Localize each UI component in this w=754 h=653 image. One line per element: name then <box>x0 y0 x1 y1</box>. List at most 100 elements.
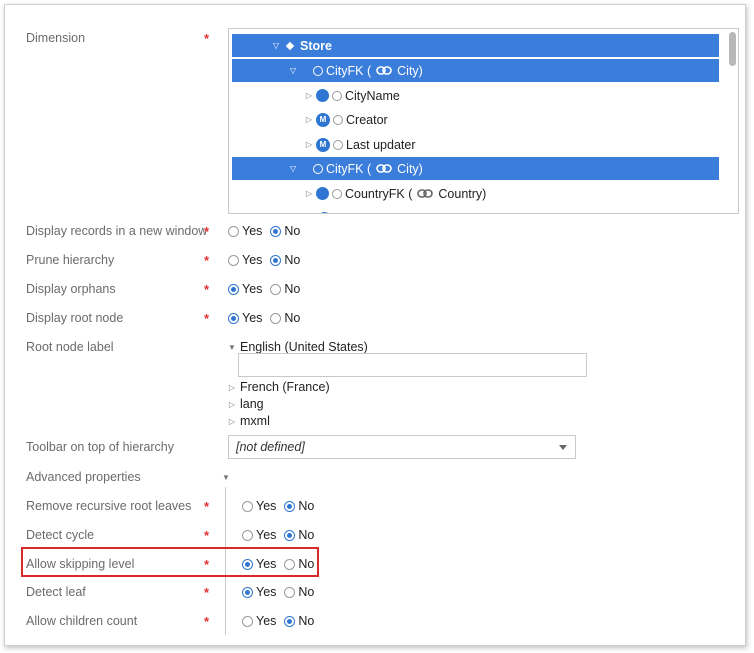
required-marker: * <box>204 253 210 268</box>
no-radio[interactable]: No <box>270 282 300 296</box>
field-label: Toolbar on top of hierarchy <box>26 440 175 454</box>
collapsed-triangle-icon[interactable]: ▷ <box>227 400 237 409</box>
tree-node-store[interactable]: ▽ Store <box>232 34 719 57</box>
expand-triangle-icon[interactable]: ▽ <box>271 41 281 50</box>
no-radio[interactable]: No <box>284 499 314 513</box>
tree-node-cityfk[interactable]: ▽ CityFK ( City) <box>232 59 719 82</box>
collapsed-triangle-icon[interactable]: ▷ <box>227 417 237 426</box>
circle-icon <box>313 65 323 76</box>
no-radio[interactable]: No <box>270 253 300 267</box>
collapse-triangle-icon[interactable]: ▷ <box>304 189 314 198</box>
no-radio[interactable]: No <box>270 224 300 238</box>
form-panel: Dimension * ▽ Store ▽ CityFK ( City) ▷ C… <box>4 4 746 646</box>
collapse-triangle-icon[interactable]: ▷ <box>304 91 314 100</box>
radio-dot-icon <box>284 615 296 627</box>
radio-dot-icon <box>242 500 253 512</box>
tree-label: Last updater <box>346 137 416 152</box>
lang-label: French (France) <box>240 380 330 394</box>
lang-french[interactable]: ▷ French (France) <box>227 380 330 394</box>
collapsed-triangle-icon[interactable]: ▷ <box>227 383 237 392</box>
link-icon <box>375 66 393 76</box>
lang-label: English (United States) <box>240 340 368 354</box>
dimension-label: Dimension <box>26 31 86 45</box>
required-marker: * <box>204 585 210 600</box>
yes-radio[interactable]: Yes <box>242 614 276 628</box>
circle-icon <box>313 163 323 174</box>
radio-dot-icon <box>284 500 296 512</box>
tree-node-partial <box>232 207 719 213</box>
tree-scrollbar[interactable] <box>729 32 736 66</box>
yes-radio[interactable]: Yes <box>228 282 262 296</box>
tree-node-creator[interactable]: ▷ M Creator <box>232 108 719 131</box>
radio-dot-icon <box>228 312 239 324</box>
yes-radio[interactable]: Yes <box>242 585 276 599</box>
tree-node-cityfk[interactable]: ▽ CityFK ( City) <box>232 157 719 180</box>
required-marker: * <box>204 31 210 46</box>
tree-label: CountryFK ( <box>345 186 413 201</box>
field-label: Display records in a new window <box>26 224 208 238</box>
m-badge-icon: M <box>316 112 330 127</box>
lang-lang[interactable]: ▷ lang <box>227 397 264 411</box>
no-radio[interactable]: No <box>270 311 300 325</box>
no-radio[interactable]: No <box>284 585 314 599</box>
field-label: Display root node <box>26 311 124 325</box>
tree-label: CityName <box>345 88 400 103</box>
tree-label: City) <box>397 63 423 78</box>
yes-radio[interactable]: Yes <box>228 311 262 325</box>
tree-label: CityFK ( <box>326 161 372 176</box>
collapse-triangle-icon[interactable]: ▷ <box>304 115 314 124</box>
tree-node-countryfk[interactable]: ▷ CountryFK ( Country) <box>232 182 719 205</box>
field-label: Allow children count <box>26 614 138 628</box>
required-marker: * <box>204 614 210 629</box>
radio-dot-icon <box>270 283 282 295</box>
field-label: Advanced properties <box>26 470 141 484</box>
radio-dot-icon <box>242 586 253 598</box>
yes-radio[interactable]: Yes <box>242 499 276 513</box>
select-value: [not defined] <box>236 440 305 454</box>
dimension-tree[interactable]: ▽ Store ▽ CityFK ( City) ▷ CityName ▷ M … <box>228 28 739 214</box>
root-label-english-input[interactable] <box>238 353 587 377</box>
caret-down-icon <box>559 445 567 450</box>
tree-label: CityFK ( <box>326 63 372 78</box>
field-label: Prune hierarchy <box>26 253 115 267</box>
radio-dot-icon <box>228 225 239 237</box>
field-label: Remove recursive root leaves <box>26 499 192 513</box>
tree-node-cityname[interactable]: ▷ CityName <box>232 84 719 107</box>
collapse-triangle-icon[interactable]: ▷ <box>304 140 314 149</box>
tree-label: Country) <box>438 186 487 201</box>
tree-label: Store <box>300 38 332 53</box>
no-radio[interactable]: No <box>284 528 314 542</box>
lang-english[interactable]: ▼ English (United States) <box>227 340 368 354</box>
expanded-triangle-icon[interactable]: ▼ <box>227 343 237 352</box>
lang-label: lang <box>240 397 264 411</box>
field-label: Display orphans <box>26 282 116 296</box>
blue-dot-icon <box>316 187 329 200</box>
field-label: Detect cycle <box>26 528 95 542</box>
blue-dot-icon <box>318 212 331 213</box>
no-radio[interactable]: No <box>284 614 314 628</box>
yes-radio[interactable]: Yes <box>242 528 276 542</box>
radio-dot-icon <box>284 529 296 541</box>
circle-icon <box>332 90 342 101</box>
tree-label: City) <box>397 161 423 176</box>
radio-dot-icon <box>270 254 282 266</box>
required-marker: * <box>204 224 210 239</box>
expand-triangle-icon[interactable]: ▽ <box>288 164 298 173</box>
field-label: Root node label <box>26 340 114 354</box>
m-badge-icon: M <box>316 137 330 152</box>
required-marker: * <box>204 528 210 543</box>
required-marker: * <box>204 282 210 297</box>
toolbar-select[interactable]: [not defined] <box>228 435 576 459</box>
required-marker: * <box>204 499 210 514</box>
radio-dot-icon <box>228 283 239 295</box>
tree-node-last-updater[interactable]: ▷ M Last updater <box>232 133 719 156</box>
highlight-box <box>21 547 319 577</box>
expand-triangle-icon[interactable]: ▼ <box>221 473 231 482</box>
lang-mxml[interactable]: ▷ mxml <box>227 414 270 428</box>
expand-triangle-icon[interactable]: ▽ <box>288 66 298 75</box>
link-icon <box>416 189 434 199</box>
required-marker: * <box>204 311 210 326</box>
yes-radio[interactable]: Yes <box>228 253 262 267</box>
link-icon <box>375 164 393 174</box>
yes-radio[interactable]: Yes <box>228 224 262 238</box>
